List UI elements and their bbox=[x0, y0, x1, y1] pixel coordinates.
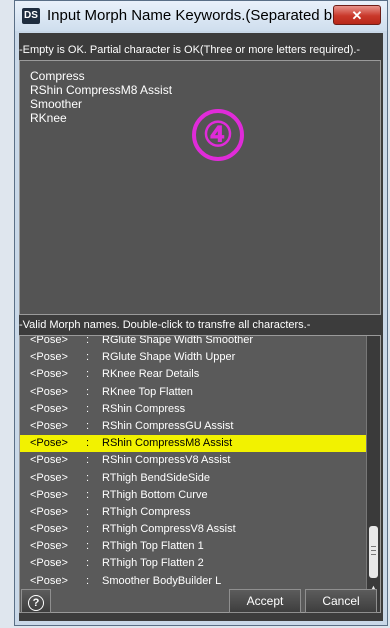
morph-separator: : bbox=[86, 454, 90, 467]
morph-row[interactable]: <Pose>: RThigh CompressV8 Assist bbox=[20, 521, 366, 538]
morph-separator: : bbox=[86, 351, 90, 364]
keywords-textarea[interactable]: Compress RShin CompressM8 Assist Smoothe… bbox=[19, 60, 381, 315]
scrollbar-thumb[interactable] bbox=[369, 526, 378, 578]
morph-name: RKnee Top Flatten bbox=[102, 385, 193, 398]
morph-separator: : bbox=[86, 540, 90, 553]
morph-separator: : bbox=[86, 574, 90, 587]
morph-type: <Pose> bbox=[30, 488, 68, 501]
morph-type: <Pose> bbox=[30, 385, 68, 398]
morph-row[interactable]: <Pose>: RThigh Compress bbox=[20, 504, 366, 521]
morph-name: RShin CompressM8 Assist bbox=[102, 437, 233, 450]
window-title: Input Morph Name Keywords.(Separated b..… bbox=[47, 7, 345, 24]
morph-type: <Pose> bbox=[30, 505, 68, 518]
morph-row[interactable]: <Pose>: RThigh Top Flatten 1 bbox=[20, 538, 366, 555]
thumb-grip bbox=[371, 550, 376, 551]
morph-type: <Pose> bbox=[30, 471, 68, 484]
accept-button[interactable]: Accept bbox=[229, 589, 301, 613]
morph-type: <Pose> bbox=[30, 437, 68, 450]
morph-name: Smoother BodyBuilder L bbox=[102, 574, 222, 587]
morph-name: RShin CompressGU Assist bbox=[102, 419, 234, 432]
morph-row[interactable]: <Pose>: RGlute Shape Width Upper bbox=[20, 349, 366, 366]
morph-type: <Pose> bbox=[30, 351, 68, 364]
morph-type: <Pose> bbox=[30, 523, 68, 536]
close-icon: ✕ bbox=[351, 8, 363, 23]
morph-separator: : bbox=[86, 505, 90, 518]
morph-separator: : bbox=[86, 523, 90, 536]
morph-name: RThigh Top Flatten 1 bbox=[102, 540, 204, 553]
morph-row[interactable]: <Pose>: RShin CompressGU Assist bbox=[20, 418, 366, 435]
morph-type: <Pose> bbox=[30, 419, 68, 432]
morph-name: RThigh BendSideSide bbox=[102, 471, 211, 484]
morph-list-rows: <Pose>: RGlute Shape Width Smoother <Pose>… bbox=[20, 335, 366, 590]
thumb-grip bbox=[371, 546, 376, 547]
morph-name: RGlute Shape Width Smoother bbox=[102, 335, 254, 346]
morph-name: RThigh Top Flatten 2 bbox=[102, 557, 204, 570]
morph-separator: : bbox=[86, 488, 90, 501]
daz-studio-app-icon: DS bbox=[22, 8, 40, 24]
morph-name: RThigh Bottom Curve bbox=[102, 488, 208, 501]
morph-type: <Pose> bbox=[30, 402, 68, 415]
morph-type: <Pose> bbox=[30, 368, 68, 381]
morph-row-selected[interactable]: <Pose>: RShin CompressM8 Assist bbox=[20, 435, 366, 453]
morph-type: <Pose> bbox=[30, 540, 68, 553]
help-button[interactable]: ? bbox=[21, 589, 51, 613]
keyword-line: RShin CompressM8 Assist bbox=[30, 83, 173, 97]
morph-row[interactable]: <Pose>: RThigh BendSideSide bbox=[20, 470, 366, 487]
title-bar[interactable]: DS Input Morph Name Keywords.(Separated … bbox=[15, 1, 387, 31]
morph-row[interactable]: <Pose>: RThigh Top Flatten 2 bbox=[20, 555, 366, 572]
thumb-grip bbox=[371, 554, 376, 555]
morph-name: RShin CompressV8 Assist bbox=[102, 454, 231, 467]
morph-names-list[interactable]: <Pose>: RGlute Shape Width Smoother <Pose>… bbox=[19, 335, 381, 613]
morph-name: RGlute Shape Width Upper bbox=[102, 351, 236, 364]
close-button[interactable]: ✕ bbox=[333, 5, 381, 25]
morph-row[interactable]: <Pose>: RKnee Rear Details bbox=[20, 366, 366, 383]
morph-separator: : bbox=[86, 557, 90, 570]
morph-name: RThigh Compress bbox=[102, 505, 191, 518]
morph-type: <Pose> bbox=[30, 454, 68, 467]
morph-row[interactable]: <Pose>: Smoother BodyBuilder L bbox=[20, 573, 366, 590]
morph-row[interactable]: <Pose>: RKnee Top Flatten bbox=[20, 384, 366, 401]
morph-separator: : bbox=[86, 385, 90, 398]
morph-name: RKnee Rear Details bbox=[102, 368, 200, 381]
morph-separator: : bbox=[86, 402, 90, 415]
keyword-line: Compress bbox=[30, 69, 85, 83]
morph-separator: : bbox=[86, 437, 90, 450]
dialog-body: -Empty is OK. Partial character is OK(Th… bbox=[19, 33, 383, 621]
morph-separator: : bbox=[86, 368, 90, 381]
keyword-line: Smoother bbox=[30, 97, 83, 111]
morph-name: RThigh CompressV8 Assist bbox=[102, 523, 236, 536]
morph-list-hint: -Valid Morph names. Double-click to tran… bbox=[19, 317, 383, 334]
morph-row[interactable]: <Pose>: RGlute Shape Width Smoother bbox=[20, 335, 366, 349]
cancel-button[interactable]: Cancel bbox=[305, 589, 377, 613]
morph-row[interactable]: <Pose>: RShin Compress bbox=[20, 401, 366, 418]
morph-type: <Pose> bbox=[30, 557, 68, 570]
morph-row[interactable]: <Pose>: RShin CompressV8 Assist bbox=[20, 452, 366, 469]
dialog-window: DS Input Morph Name Keywords.(Separated … bbox=[14, 0, 388, 626]
morph-separator: : bbox=[86, 471, 90, 484]
step-number-annotation: ④ bbox=[192, 109, 244, 161]
keywords-hint: -Empty is OK. Partial character is OK(Th… bbox=[19, 42, 383, 59]
morph-name: RShin Compress bbox=[102, 402, 186, 415]
list-scrollbar[interactable]: ▲ ▼ bbox=[366, 336, 380, 612]
help-icon: ? bbox=[28, 595, 44, 611]
morph-type: <Pose> bbox=[30, 574, 68, 587]
morph-row[interactable]: <Pose>: RThigh Bottom Curve bbox=[20, 487, 366, 504]
morph-separator: : bbox=[86, 335, 90, 346]
morph-type: <Pose> bbox=[30, 335, 68, 346]
morph-separator: : bbox=[86, 419, 90, 432]
